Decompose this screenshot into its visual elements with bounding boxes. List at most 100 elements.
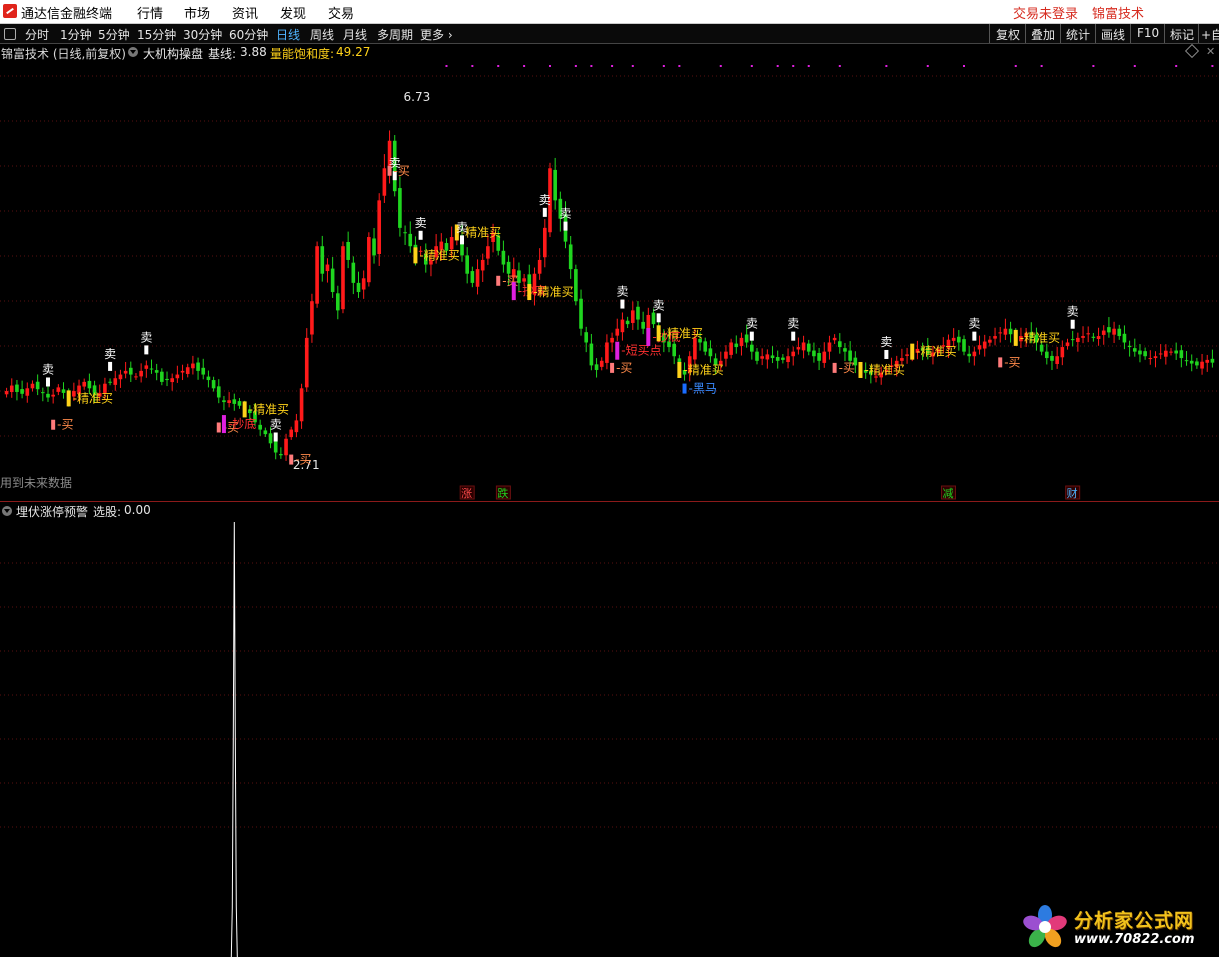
buy-signal-label: -抄底 xyxy=(228,416,256,431)
sell-signal-label: 卖 xyxy=(787,317,799,331)
tab-5min[interactable]: 5分钟 xyxy=(98,26,130,43)
candle-body xyxy=(263,430,268,435)
candle-body xyxy=(837,341,842,348)
candle-body xyxy=(330,268,335,293)
custom-button[interactable]: +自 xyxy=(1201,26,1219,43)
candle-body xyxy=(128,367,133,375)
top-dot-marker xyxy=(792,65,795,67)
energy-label: 量能饱和度: xyxy=(270,47,335,61)
news-tag-label: 财 xyxy=(1067,486,1078,500)
candle-body xyxy=(20,389,24,394)
candle-body xyxy=(377,200,382,254)
mark-button[interactable]: 标记 xyxy=(1170,26,1194,43)
candle-body xyxy=(501,250,506,265)
candle-body xyxy=(320,246,325,274)
candle-body xyxy=(372,238,376,256)
stock-period-label: 锦富技术 (日线,前复权) xyxy=(1,47,126,61)
top-dot-marker xyxy=(1175,65,1178,67)
candle-body xyxy=(123,370,128,374)
candlestick-chart[interactable]: 6.732.71-买-精准买卖卖卖-买-抄底-精准买卖-买卖-买-精准买卖-精准… xyxy=(0,62,1219,500)
overlay-button[interactable]: 叠加 xyxy=(1031,26,1055,43)
top-dot-marker xyxy=(1040,65,1043,67)
tab-monthly[interactable]: 月线 xyxy=(343,26,367,43)
stats-button[interactable]: 统计 xyxy=(1066,26,1090,43)
candle-body xyxy=(480,259,485,271)
candle-body xyxy=(154,370,159,373)
candle-body xyxy=(1039,344,1044,352)
tab-60min[interactable]: 60分钟 xyxy=(229,26,268,43)
menu-discover[interactable]: 发现 xyxy=(280,3,306,22)
candle-body xyxy=(35,381,40,390)
menu-market[interactable]: 市场 xyxy=(184,3,210,22)
candle-body xyxy=(1148,358,1153,360)
sell-marker xyxy=(749,331,754,341)
candle-body xyxy=(796,347,801,350)
sub-indicator-chart[interactable] xyxy=(0,518,1219,957)
menu-trade[interactable]: 交易 xyxy=(328,3,354,22)
candle-body xyxy=(61,389,66,393)
trade-login-status[interactable]: 交易未登录 xyxy=(1013,3,1078,22)
candle-body xyxy=(672,343,677,357)
sell-signal-label: 卖 xyxy=(653,298,665,312)
news-tag-label: 跌 xyxy=(497,486,508,500)
candle-body xyxy=(522,278,526,282)
sell-marker xyxy=(144,345,149,355)
toolbar-divider xyxy=(1095,24,1096,43)
draw-button[interactable]: 画线 xyxy=(1101,26,1125,43)
sell-signal-label: 卖 xyxy=(270,417,282,431)
candle-body xyxy=(760,356,764,359)
adjust-button[interactable]: 复权 xyxy=(996,26,1020,43)
buy-marker xyxy=(511,282,516,301)
candle-body xyxy=(755,351,759,361)
expand-diamond-icon[interactable] xyxy=(1184,43,1200,59)
candle-body xyxy=(553,169,557,201)
candle-body xyxy=(118,374,123,380)
tab-multi-period[interactable]: 多周期 xyxy=(377,26,413,43)
future-data-note: 用到未来数据 xyxy=(0,476,73,490)
panel-toggle-icon[interactable] xyxy=(4,28,16,40)
tab-more[interactable]: 更多 › xyxy=(420,26,453,43)
close-panel-icon[interactable]: ✕ xyxy=(1206,45,1215,58)
buy-marker xyxy=(677,361,682,378)
sell-signal-label: 卖 xyxy=(415,216,427,230)
candle-body xyxy=(351,262,356,283)
f10-button[interactable]: F10 xyxy=(1137,26,1159,40)
candle-body xyxy=(144,365,149,369)
candle-body xyxy=(160,371,164,382)
sub-indicator-menu-icon[interactable] xyxy=(2,504,12,518)
panel-divider[interactable] xyxy=(0,501,1219,502)
toolbar-divider xyxy=(1164,24,1165,43)
buy-signal-label: -买 xyxy=(502,274,518,288)
top-dot-marker xyxy=(611,65,614,67)
indicator-name[interactable]: 大机构操盘 xyxy=(143,45,203,62)
tab-intraday[interactable]: 分时 xyxy=(25,26,49,43)
buy-signal-label: -精准买 xyxy=(683,363,723,377)
candle-body xyxy=(1205,359,1210,363)
candle-body xyxy=(636,306,640,320)
candle-body xyxy=(1127,345,1132,348)
indicator-menu-icon[interactable] xyxy=(128,45,138,59)
tab-30min[interactable]: 30分钟 xyxy=(183,26,222,43)
candle-body xyxy=(398,188,402,228)
candle-body xyxy=(222,400,226,403)
buy-signal-label: -买 xyxy=(394,164,410,178)
menu-news[interactable]: 资讯 xyxy=(232,3,258,22)
tab-1min[interactable]: 1分钟 xyxy=(60,26,92,43)
candle-body xyxy=(843,348,847,352)
menu-quotes[interactable]: 行情 xyxy=(137,3,163,22)
candle-body xyxy=(341,246,345,310)
buy-marker xyxy=(289,454,294,465)
candle-body xyxy=(848,350,852,361)
candle-body xyxy=(801,342,806,351)
tab-15min[interactable]: 15分钟 xyxy=(137,26,176,43)
stock-name-link[interactable]: 锦富技术 xyxy=(1092,3,1144,22)
sell-signal-label: 卖 xyxy=(104,347,116,361)
buy-signal-label: -精准买 xyxy=(533,285,573,299)
candle-body xyxy=(1117,328,1122,337)
candle-body xyxy=(1169,351,1173,353)
tab-weekly[interactable]: 周线 xyxy=(310,26,334,43)
candle-body xyxy=(998,332,1003,334)
candle-body xyxy=(113,378,118,385)
app-title: 通达信金融终端 xyxy=(21,7,113,22)
tab-daily[interactable]: 日线 xyxy=(276,26,300,43)
